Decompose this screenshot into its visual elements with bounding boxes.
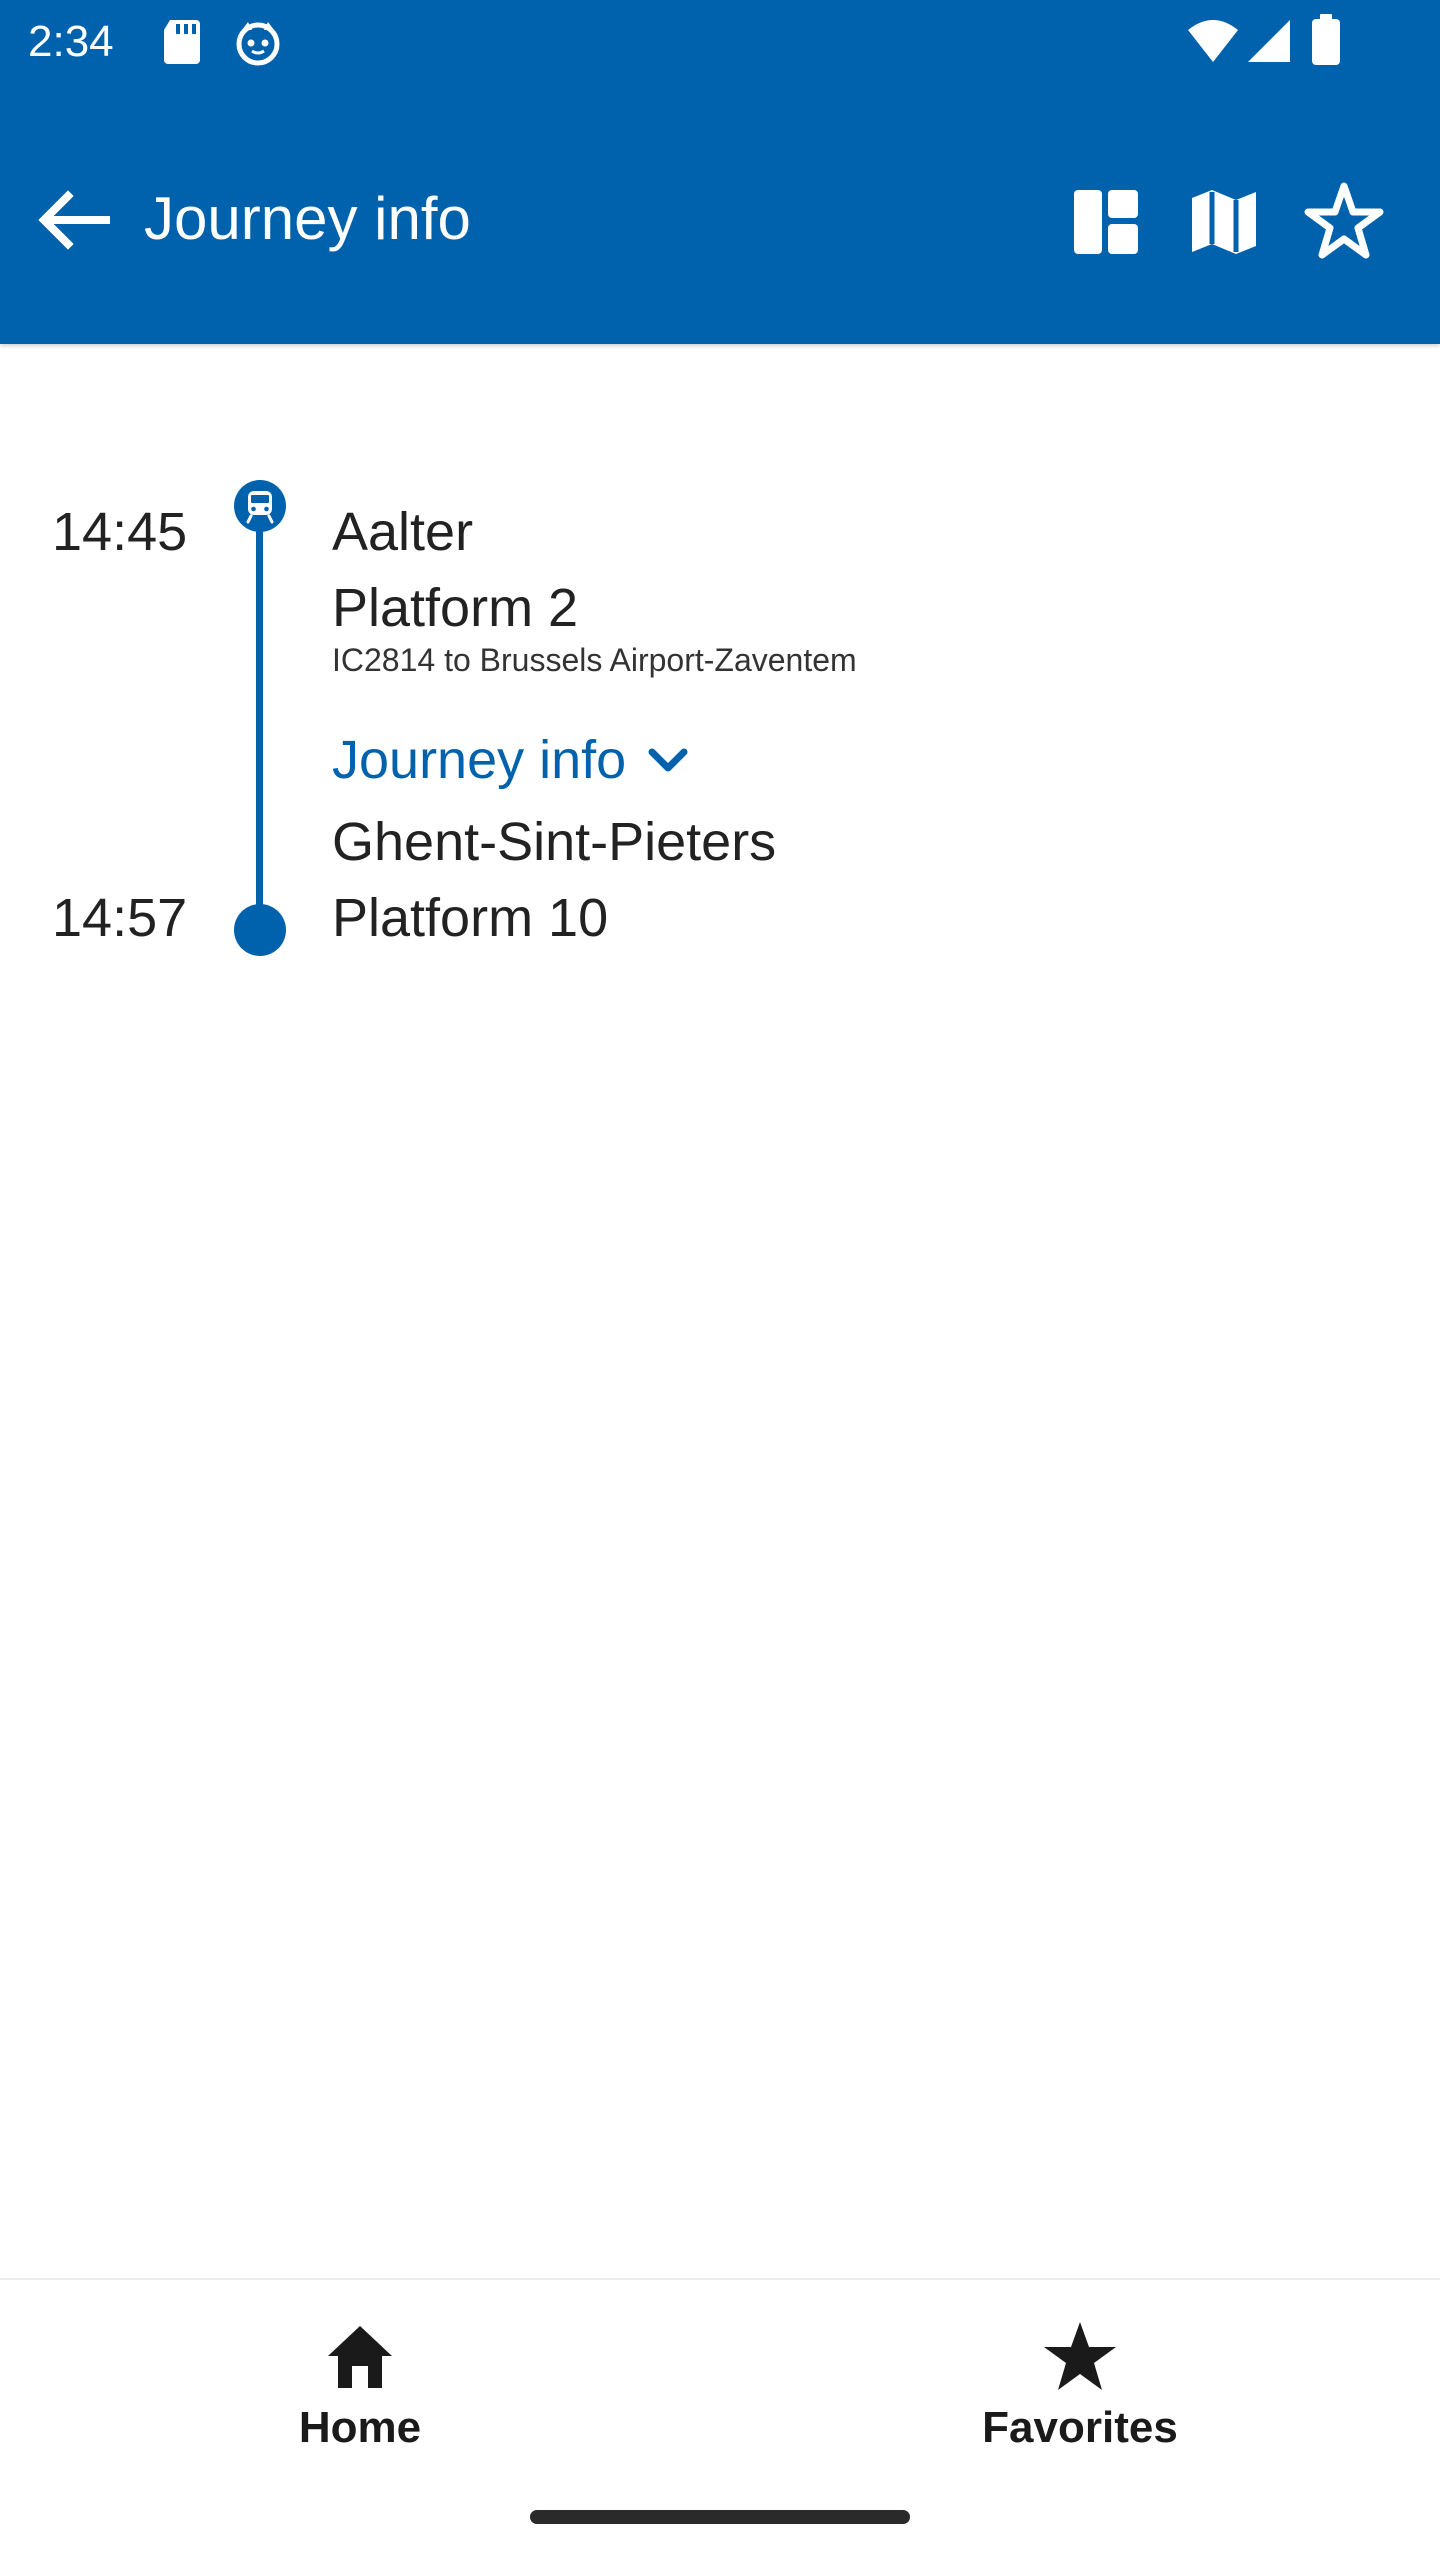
departure-time: 14:45: [52, 502, 188, 562]
sd-card-icon: [160, 18, 204, 71]
dashboard-button[interactable]: [1058, 174, 1154, 270]
arrival-platform: Platform 10: [332, 888, 609, 948]
journey-info-toggle[interactable]: Journey info: [332, 720, 692, 800]
star-icon: [1044, 2322, 1116, 2390]
arrival-time: 14:57: [52, 888, 188, 948]
favorite-button[interactable]: [1296, 174, 1392, 270]
train-icon: [246, 491, 274, 524]
home-indicator[interactable]: [530, 2510, 910, 2524]
status-bar: 2:34: [0, 0, 1440, 84]
nav-home[interactable]: Home: [0, 2280, 720, 2510]
chevron-down-icon: [648, 748, 688, 772]
arrow-back-icon: [38, 190, 110, 250]
departure-station: Aalter: [332, 502, 474, 562]
train-description: IC2814 to Brussels Airport-Zaventem: [332, 642, 857, 678]
timeline-line: [256, 530, 263, 926]
app-bar: Journey info: [0, 84, 1440, 344]
arrival-dot: [234, 904, 286, 956]
status-time: 2:34: [28, 17, 114, 66]
battery-icon: [1310, 14, 1342, 71]
home-icon: [328, 2326, 392, 2388]
departure-platform: Platform 2: [332, 578, 579, 638]
map-icon: [1192, 190, 1256, 254]
nav-home-label: Home: [298, 2403, 422, 2452]
journey-leg: 14:45 Aalter Platform 2 IC2814 to Brusse…: [0, 480, 1440, 980]
nav-favorites[interactable]: Favorites: [720, 2280, 1440, 2510]
screen: 2:34 Journey info 14:45 Aalter Platform …: [0, 0, 1440, 2560]
journey-info-label: Journey info: [332, 730, 627, 790]
arrival-station: Ghent-Sint-Pieters: [332, 812, 777, 872]
back-button[interactable]: [28, 176, 116, 264]
signal-icon: [1246, 18, 1292, 69]
wifi-icon: [1186, 18, 1240, 69]
nav-favorites-label: Favorites: [982, 2403, 1178, 2452]
star-outline-icon: [1304, 182, 1384, 259]
page-title: Journey info: [144, 185, 471, 252]
notification-icon: [234, 18, 282, 71]
map-button[interactable]: [1176, 174, 1272, 270]
train-marker: [234, 480, 286, 532]
dashboard-icon: [1074, 190, 1138, 254]
